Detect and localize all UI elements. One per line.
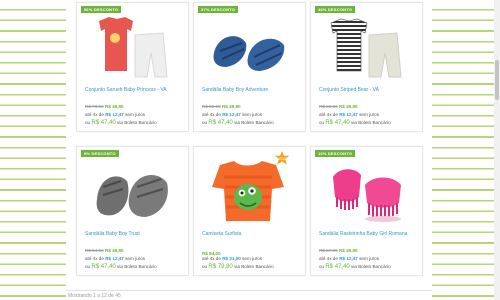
product-title[interactable]: Conjunto Sarueh Baby Princess - VA bbox=[85, 87, 185, 93]
striped-bodysuit-set-icon[interactable] bbox=[325, 13, 407, 81]
scrollbar-thumb[interactable] bbox=[495, 60, 499, 100]
boleto-suffix: via Boleto Bancário bbox=[234, 264, 274, 269]
boleto-prefix: ou bbox=[319, 264, 325, 269]
installment-suffix: sem juros bbox=[125, 256, 146, 261]
discount-badge: 40% DESCONTO bbox=[315, 6, 356, 13]
installment-prefix: até 4x de bbox=[85, 112, 104, 117]
product-card[interactable]: 40% DESCONTO Conjunto Striped Bear - VA … bbox=[310, 2, 423, 132]
product-title[interactable]: Sandália Baby Boy Trust bbox=[85, 231, 185, 237]
boleto-price: R$ 47,40 bbox=[325, 264, 350, 270]
installment-suffix: sem juros bbox=[242, 112, 263, 117]
old-price: R$ 57,00 bbox=[319, 248, 338, 253]
installment-line: até 4x de R$ 12,47 sem juros bbox=[85, 256, 145, 261]
pink-fringe-sandals-icon[interactable] bbox=[325, 157, 407, 225]
installment-line: até 4x de R$ 21,00 sem juros bbox=[202, 256, 262, 261]
installment-value: R$ 12,47 bbox=[222, 112, 241, 117]
left-decorative-stripes bbox=[0, 0, 66, 300]
price-line: R$ 57,00 R$ 49,90 bbox=[319, 248, 358, 253]
discount-badge: 56% DESCONTO bbox=[81, 6, 122, 13]
installment-line: até 4x de R$ 12,47 sem juros bbox=[319, 256, 379, 261]
boleto-line: ou R$ 47,40 via Boleto Bancário bbox=[319, 264, 391, 270]
boleto-prefix: ou bbox=[319, 120, 325, 125]
scrollbar-track[interactable] bbox=[494, 0, 500, 300]
installment-prefix: até 4x de bbox=[202, 112, 221, 117]
price-line: R$ 79,90 R$ 49,90 bbox=[85, 104, 124, 109]
current-price: R$ 49,90 bbox=[338, 104, 358, 109]
installment-prefix: até 4x de bbox=[319, 112, 338, 117]
installment-value: R$ 21,00 bbox=[222, 256, 241, 261]
product-card[interactable]: 9% DESCONTO Sandália Baby Boy Trust R$ 5… bbox=[76, 146, 189, 276]
old-price: R$ 79,90 bbox=[85, 104, 104, 109]
old-price: R$ 59,90 bbox=[202, 104, 221, 109]
boleto-suffix: via Boleto Bancário bbox=[117, 264, 157, 269]
installment-suffix: sem juros bbox=[359, 112, 380, 117]
discount-badge: 10% DESCONTO bbox=[315, 150, 356, 157]
discount-badge: 9% DESCONTO bbox=[81, 150, 119, 157]
footer-divider bbox=[66, 290, 432, 291]
boleto-line: ou R$ 79,80 via Boleto Bancário bbox=[202, 264, 274, 270]
installment-line: até 4x de R$ 12,47 sem juros bbox=[319, 112, 379, 117]
boleto-suffix: via Boleto Bancário bbox=[234, 120, 274, 125]
installment-suffix: sem juros bbox=[242, 256, 263, 261]
current-price: R$ 49,90 bbox=[338, 248, 358, 253]
old-price: R$ 54,90 bbox=[85, 248, 104, 253]
baby-bodysuit-set-icon[interactable] bbox=[91, 13, 173, 81]
product-card[interactable]: 56% DESCONTO Conjunto Sarueh Baby Prince… bbox=[76, 2, 189, 132]
pagination-summary: Mostrando 1 a 12 de 45 bbox=[68, 293, 121, 299]
old-price: R$ 89,90 bbox=[319, 104, 338, 109]
boleto-line: ou R$ 47,40 via Boleto Bancário bbox=[85, 264, 157, 270]
product-card[interactable]: 10% DESCONTO Sandália Rasteirinha Baby G… bbox=[310, 146, 423, 276]
product-title[interactable]: Camiseta Surfista bbox=[202, 231, 302, 237]
boleto-line: ou R$ 47,40 via Boleto Bancário bbox=[202, 120, 274, 126]
boleto-price: R$ 47,40 bbox=[325, 120, 350, 126]
boleto-price: R$ 47,40 bbox=[91, 120, 116, 126]
product-card[interactable]: 37% DESCONTO Sandália Baby Boy Adventure… bbox=[193, 2, 306, 132]
boleto-price: R$ 47,40 bbox=[91, 264, 116, 270]
boleto-line: ou R$ 47,40 via Boleto Bancário bbox=[85, 120, 157, 126]
installment-prefix: até 4x de bbox=[319, 256, 338, 261]
boleto-price: R$ 47,40 bbox=[208, 120, 233, 126]
installment-value: R$ 12,47 bbox=[105, 256, 124, 261]
baby-boots-icon[interactable] bbox=[91, 157, 173, 225]
product-grid: 56% DESCONTO Conjunto Sarueh Baby Prince… bbox=[66, 0, 432, 300]
installment-line: até 4x de R$ 12,47 sem juros bbox=[85, 112, 145, 117]
boleto-suffix: via Boleto Bancário bbox=[351, 120, 391, 125]
baby-sandals-icon[interactable] bbox=[208, 13, 290, 81]
current-price: R$ 49,90 bbox=[221, 104, 241, 109]
product-card[interactable]: NOVO Camiseta Surfista R$ 84,00 até 4x d… bbox=[193, 146, 306, 276]
boleto-line: ou R$ 47,40 via Boleto Bancário bbox=[319, 120, 391, 126]
current-price: R$ 49,90 bbox=[104, 248, 124, 253]
installment-value: R$ 12,47 bbox=[339, 256, 358, 261]
current-price: R$ 49,90 bbox=[104, 104, 124, 109]
price-line: R$ 59,90 R$ 49,90 bbox=[202, 104, 241, 109]
boleto-suffix: via Boleto Bancário bbox=[117, 120, 157, 125]
installment-value: R$ 12,47 bbox=[105, 112, 124, 117]
installment-prefix: até 4x de bbox=[202, 256, 221, 261]
product-title[interactable]: Conjunto Striped Bear - VA bbox=[319, 87, 419, 93]
installment-prefix: até 4x de bbox=[85, 256, 104, 261]
installment-suffix: sem juros bbox=[125, 112, 146, 117]
boleto-price: R$ 79,80 bbox=[208, 264, 233, 270]
boleto-prefix: ou bbox=[202, 264, 208, 269]
product-title[interactable]: Sandália Baby Boy Adventure bbox=[202, 87, 302, 93]
boleto-suffix: via Boleto Bancário bbox=[351, 264, 391, 269]
boleto-prefix: ou bbox=[85, 120, 91, 125]
installment-suffix: sem juros bbox=[359, 256, 380, 261]
price-line: R$ 89,90 R$ 49,90 bbox=[319, 104, 358, 109]
installment-value: R$ 12,47 bbox=[339, 112, 358, 117]
discount-badge: 37% DESCONTO bbox=[198, 6, 239, 13]
monster-tshirt-icon[interactable] bbox=[208, 157, 290, 225]
product-title[interactable]: Sandália Rasteirinha Baby Girl Romana bbox=[319, 231, 419, 237]
boleto-prefix: ou bbox=[85, 264, 91, 269]
right-decorative-stripes bbox=[432, 0, 494, 300]
installment-line: até 4x de R$ 12,47 sem juros bbox=[202, 112, 262, 117]
price-line: R$ 54,90 R$ 49,90 bbox=[85, 248, 124, 253]
boleto-prefix: ou bbox=[202, 120, 208, 125]
